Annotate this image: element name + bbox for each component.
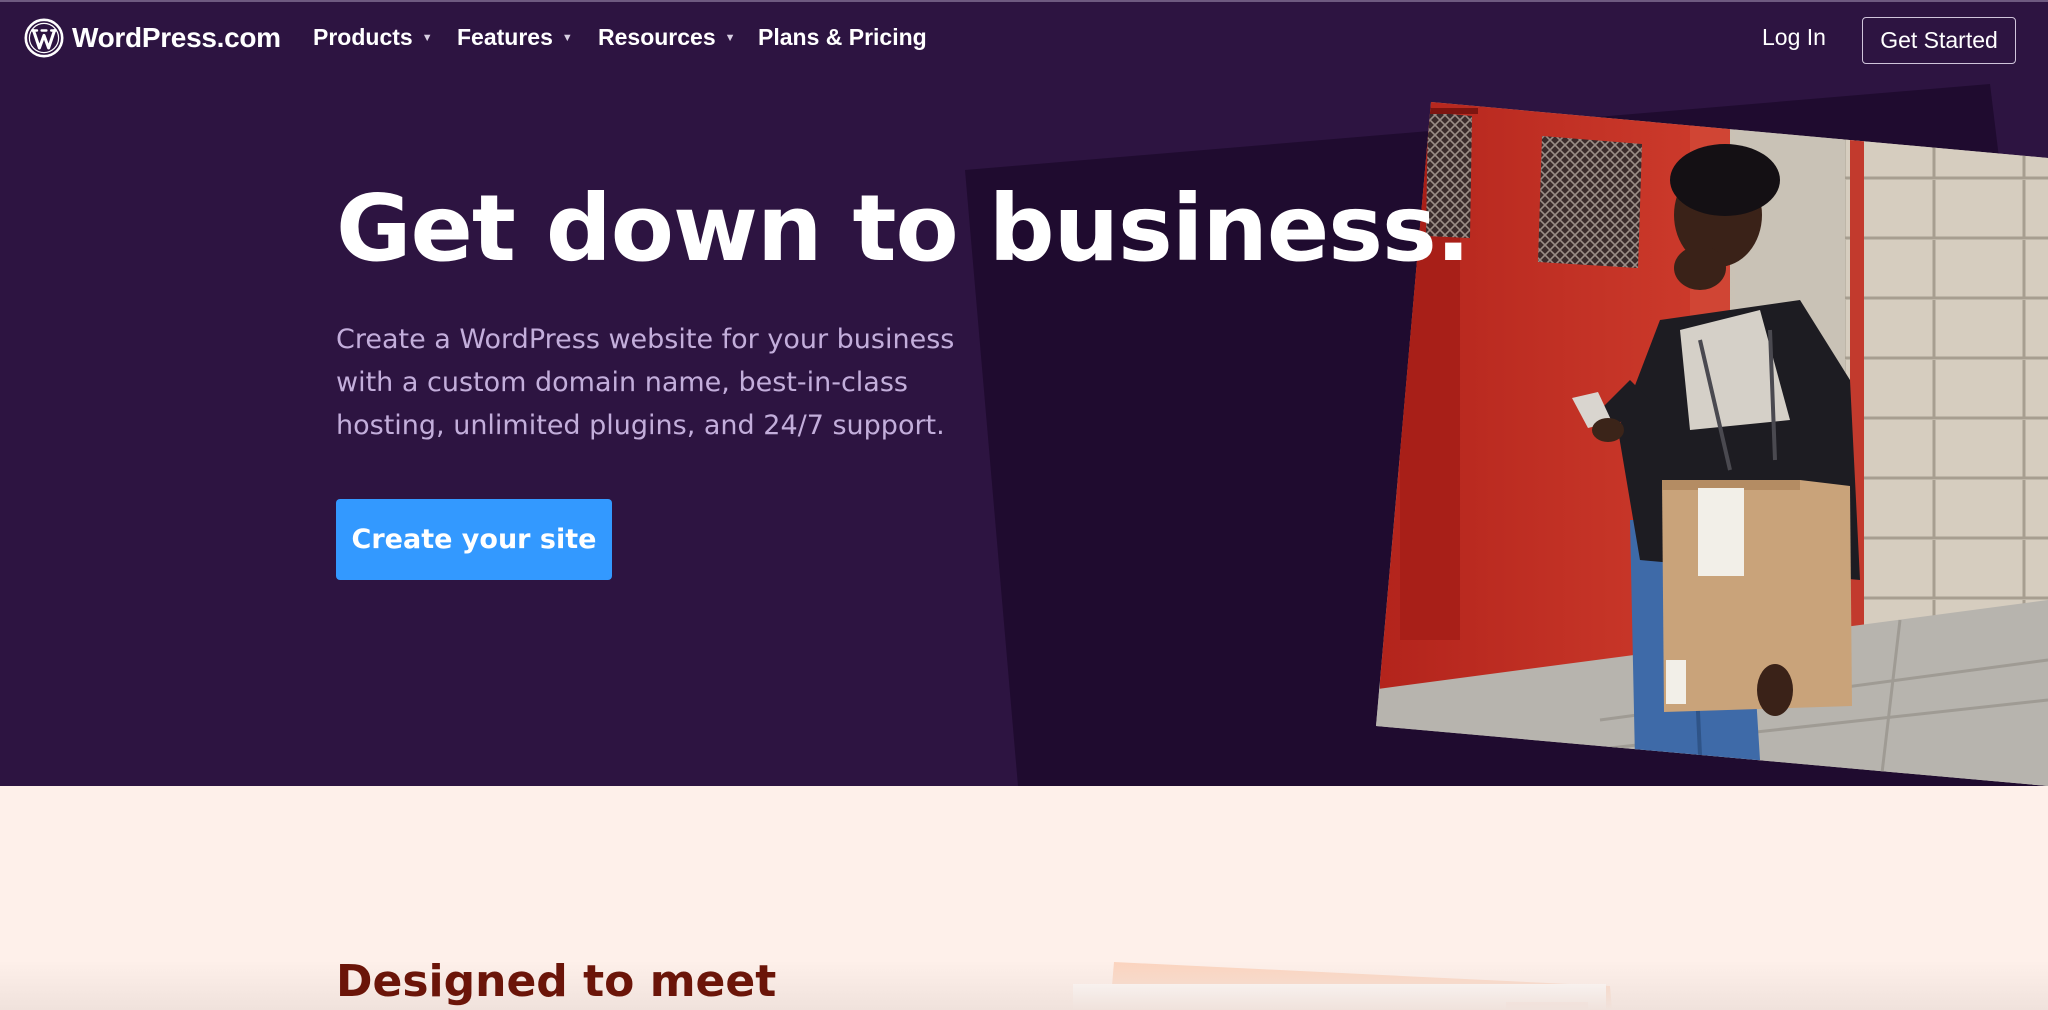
nav-resources-label: Resources [598,24,716,50]
brand-name: WordPress.com [72,22,281,53]
wordpress-logo-icon [24,18,64,58]
login-link[interactable]: Log In [1762,24,1826,51]
section-title: Designed to meet [336,956,777,1007]
nav-products-label: Products [313,24,413,50]
top-navigation: WordPress.com Products ▼ Features ▼ Reso… [0,2,2048,80]
features-section: Designed to meet [0,786,2048,1010]
hero-photo [1376,102,2048,786]
nav-products[interactable]: Products ▼ [313,24,433,51]
nav-resources[interactable]: Resources ▼ [598,24,736,51]
nav-plans-pricing[interactable]: Plans & Pricing [758,24,927,51]
nav-features-label: Features [457,24,553,50]
create-your-site-button[interactable]: Create your site [336,499,612,580]
section-fade [0,960,2048,1010]
brand-logo[interactable]: WordPress.com [24,18,281,58]
hero-section: WordPress.com Products ▼ Features ▼ Reso… [0,0,2048,786]
chevron-down-icon: ▼ [724,31,736,44]
chevron-down-icon: ▼ [561,31,573,44]
nav-features[interactable]: Features ▼ [457,24,573,51]
nav-plans-pricing-label: Plans & Pricing [758,24,927,50]
hero-headline: Get down to business. [336,175,1471,282]
get-started-button[interactable]: Get Started [1862,17,2016,64]
chevron-down-icon: ▼ [421,31,433,44]
hero-subtext: Create a WordPress website for your busi… [336,324,955,441]
